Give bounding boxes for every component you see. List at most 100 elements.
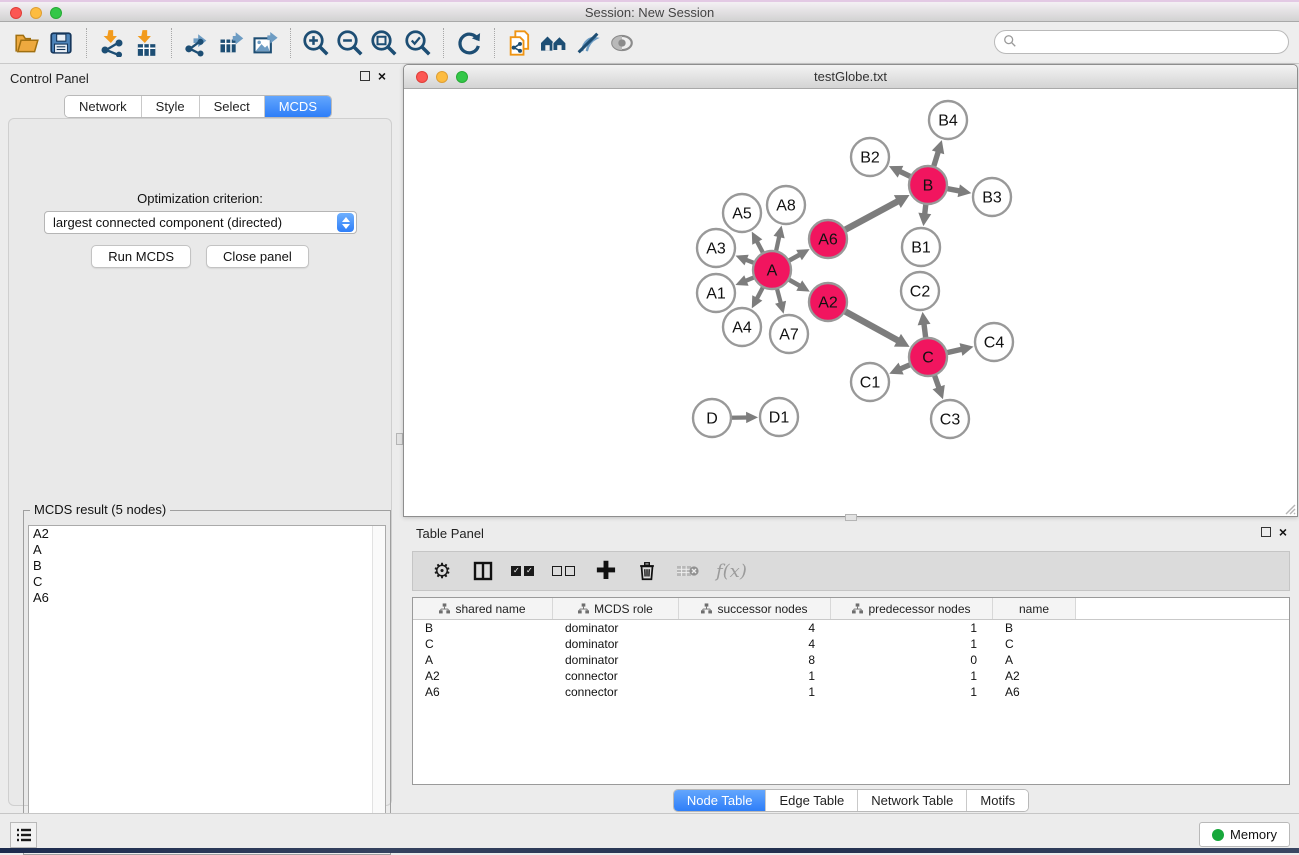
save-session-icon[interactable]	[44, 26, 78, 60]
table-cell[interactable]: connector	[553, 668, 679, 684]
table-cell[interactable]: 4	[679, 636, 831, 652]
duplicate-network-icon[interactable]	[503, 26, 537, 60]
close-table-panel-icon[interactable]: ×	[1279, 527, 1287, 537]
home-icon[interactable]	[537, 26, 571, 60]
task-history-button[interactable]	[10, 822, 37, 848]
import-table-icon[interactable]	[129, 26, 163, 60]
deselect-all-rows-icon[interactable]	[552, 556, 578, 586]
criterion-dropdown[interactable]: largest connected component (directed)	[44, 211, 357, 234]
run-mcds-button[interactable]: Run MCDS	[91, 245, 191, 268]
mcds-result-item[interactable]: A	[29, 542, 385, 558]
table-cell[interactable]: A2	[993, 668, 1076, 684]
graph-node-D1[interactable]: D1	[760, 398, 798, 436]
table-row[interactable]: A2connector11A2	[413, 668, 1289, 684]
graph-node-A1[interactable]: A1	[697, 274, 735, 312]
tab-style[interactable]: Style	[142, 96, 200, 117]
network-window-titlebar[interactable]: testGlobe.txt	[404, 65, 1297, 89]
tab-mcds[interactable]: MCDS	[265, 96, 331, 117]
search-input[interactable]	[1021, 32, 1288, 52]
tab-edge-table[interactable]: Edge Table	[766, 790, 858, 811]
graph-node-C4[interactable]: C4	[975, 323, 1013, 361]
table-cell[interactable]: A6	[993, 684, 1076, 700]
graph-node-B[interactable]: B	[909, 166, 947, 204]
table-cell[interactable]: A6	[413, 684, 553, 700]
column-header-name[interactable]: name	[993, 598, 1076, 619]
table-cell[interactable]: A2	[413, 668, 553, 684]
show-column-icon[interactable]	[470, 556, 496, 586]
column-header-predecessor-nodes[interactable]: predecessor nodes	[831, 598, 993, 619]
tab-select[interactable]: Select	[200, 96, 265, 117]
memory-button[interactable]: Memory	[1199, 822, 1290, 847]
eye-icon[interactable]	[605, 26, 639, 60]
table-cell[interactable]: 1	[831, 684, 993, 700]
delete-row-icon[interactable]	[634, 556, 660, 586]
import-network-icon[interactable]	[95, 26, 129, 60]
zoom-out-icon[interactable]	[333, 26, 367, 60]
graph-node-B3[interactable]: B3	[973, 178, 1011, 216]
mcds-result-item[interactable]: A2	[29, 526, 385, 542]
column-header-shared-name[interactable]: shared name	[413, 598, 553, 619]
tab-motifs[interactable]: Motifs	[967, 790, 1028, 811]
zoom-in-icon[interactable]	[299, 26, 333, 60]
select-all-rows-icon[interactable]	[511, 556, 537, 586]
graph-node-A6[interactable]: A6	[809, 220, 847, 258]
horizontal-split-grip[interactable]	[845, 514, 857, 521]
table-options-gear-icon[interactable]: ⚙	[429, 556, 455, 586]
tab-network-table[interactable]: Network Table	[858, 790, 967, 811]
graph-node-A3[interactable]: A3	[697, 229, 735, 267]
graph-node-C3[interactable]: C3	[931, 400, 969, 438]
graph-node-C2[interactable]: C2	[901, 272, 939, 310]
table-cell[interactable]: C	[993, 636, 1076, 652]
graph-node-D[interactable]: D	[693, 399, 731, 437]
close-panel-icon[interactable]: ×	[378, 71, 386, 81]
graph-node-A5[interactable]: A5	[723, 194, 761, 232]
graph-node-B2[interactable]: B2	[851, 138, 889, 176]
graph-node-A7[interactable]: A7	[770, 315, 808, 353]
table-cell[interactable]: dominator	[553, 620, 679, 636]
open-file-icon[interactable]	[10, 26, 44, 60]
mcds-result-list[interactable]: A2ABCA6	[28, 525, 386, 848]
mcds-result-item[interactable]: C	[29, 574, 385, 590]
table-cell[interactable]: A	[413, 652, 553, 668]
node-table[interactable]: shared nameMCDS rolesuccessor nodesprede…	[412, 597, 1290, 785]
column-header-successor-nodes[interactable]: successor nodes	[679, 598, 831, 619]
search-field[interactable]	[994, 30, 1289, 54]
table-cell[interactable]: 1	[831, 636, 993, 652]
table-cell[interactable]: 1	[831, 620, 993, 636]
graph-node-C[interactable]: C	[909, 338, 947, 376]
table-cell[interactable]: dominator	[553, 636, 679, 652]
table-cell[interactable]: 1	[831, 668, 993, 684]
tab-network[interactable]: Network	[65, 96, 142, 117]
zoom-selected-icon[interactable]	[401, 26, 435, 60]
graph-node-B4[interactable]: B4	[929, 101, 967, 139]
graph-node-A4[interactable]: A4	[723, 308, 761, 346]
table-cell[interactable]: 0	[831, 652, 993, 668]
graph-node-A2[interactable]: A2	[809, 283, 847, 321]
column-header-MCDS-role[interactable]: MCDS role	[553, 598, 679, 619]
table-row[interactable]: Bdominator41B	[413, 620, 1289, 636]
mcds-result-item[interactable]: B	[29, 558, 385, 574]
tab-node-table[interactable]: Node Table	[674, 790, 767, 811]
table-row[interactable]: A6connector11A6	[413, 684, 1289, 700]
table-cell[interactable]: C	[413, 636, 553, 652]
table-row[interactable]: Cdominator41C	[413, 636, 1289, 652]
zoom-fit-icon[interactable]	[367, 26, 401, 60]
table-cell[interactable]: 1	[679, 668, 831, 684]
table-cell[interactable]: 1	[679, 684, 831, 700]
float-table-panel-icon[interactable]	[1261, 527, 1271, 537]
table-cell[interactable]: B	[993, 620, 1076, 636]
table-cell[interactable]: A	[993, 652, 1076, 668]
table-cell[interactable]: 8	[679, 652, 831, 668]
export-network-icon[interactable]	[180, 26, 214, 60]
table-cell[interactable]: B	[413, 620, 553, 636]
close-panel-button[interactable]: Close panel	[206, 245, 309, 268]
float-panel-icon[interactable]	[360, 71, 370, 81]
export-image-icon[interactable]	[248, 26, 282, 60]
resize-grip-icon[interactable]	[1282, 501, 1296, 515]
graph-node-A[interactable]: A	[753, 251, 791, 289]
add-row-icon[interactable]: ✚	[593, 556, 619, 586]
graph-node-C1[interactable]: C1	[851, 363, 889, 401]
table-cell[interactable]: 4	[679, 620, 831, 636]
result-scrollbar[interactable]	[372, 526, 385, 847]
vertical-split-grip[interactable]	[396, 433, 403, 445]
